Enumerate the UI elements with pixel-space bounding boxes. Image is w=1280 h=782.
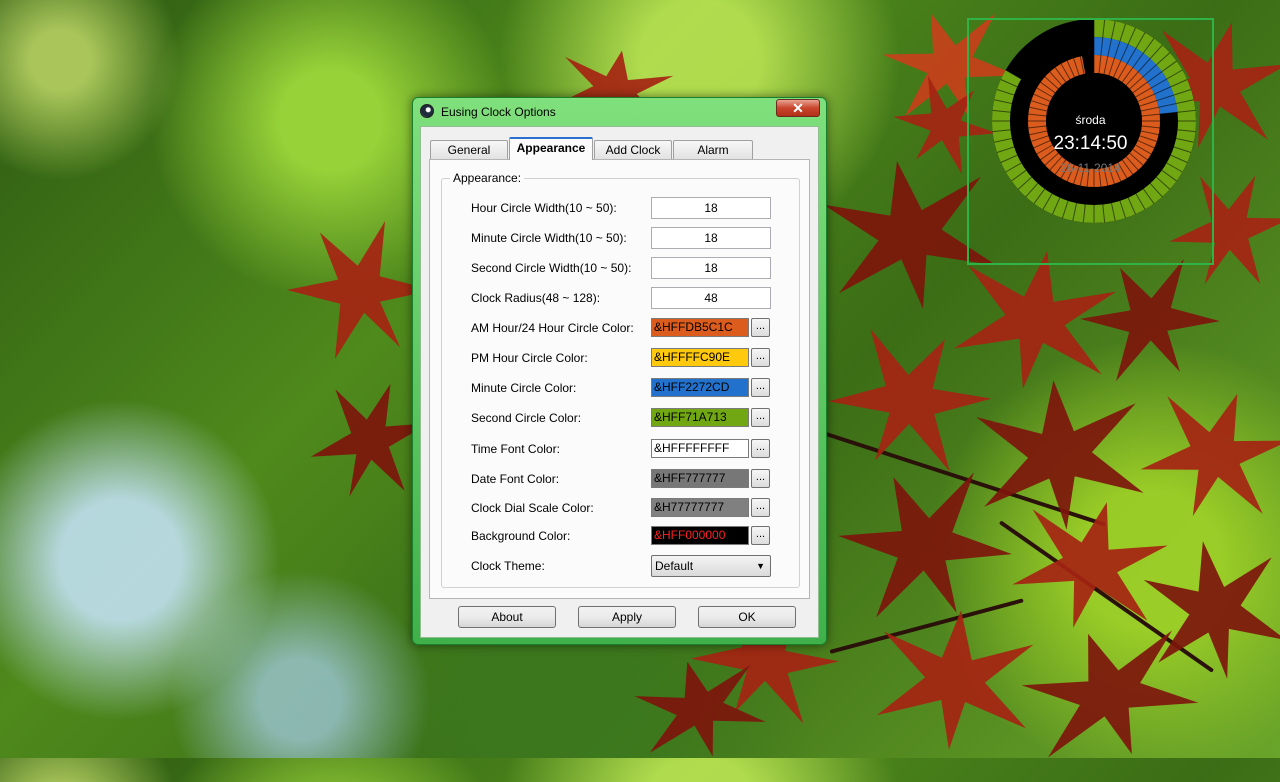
close-button[interactable]: ✕: [776, 99, 820, 117]
about-button[interactable]: About: [458, 606, 556, 628]
minute-color-field[interactable]: &HFF2272CD: [651, 378, 749, 397]
am-hour-color-row: AM Hour/24 Hour Circle Color: &HFFDB5C1C…: [471, 317, 791, 339]
clock-radius-label: Clock Radius(48 ~ 128):: [471, 291, 601, 305]
time-font-color-label: Time Font Color:: [471, 442, 560, 456]
group-label: Appearance:: [450, 171, 525, 185]
time-font-color-field[interactable]: &HFFFFFFFF: [651, 439, 749, 458]
clock-day: środa: [1075, 113, 1106, 127]
date-font-color-field[interactable]: &HFF777777: [651, 469, 749, 488]
clock-time: 23:14:50: [1053, 133, 1128, 154]
am-hour-color-label: AM Hour/24 Hour Circle Color:: [471, 321, 634, 335]
pm-hour-color-field[interactable]: &HFFFFC90E: [651, 348, 749, 367]
apply-button[interactable]: Apply: [578, 606, 676, 628]
tab-alarm[interactable]: Alarm: [673, 140, 753, 159]
appearance-groupbox: Appearance: Hour Circle Width(10 ~ 50): …: [441, 171, 800, 588]
minute-circle-width-input[interactable]: 18: [651, 227, 771, 249]
dial-scale-color-label: Clock Dial Scale Color:: [471, 501, 594, 515]
time-font-color-picker-button[interactable]: ...: [751, 439, 770, 458]
minute-color-picker-button[interactable]: ...: [751, 378, 770, 397]
clock-theme-value: Default: [655, 559, 694, 573]
minute-color-row: Minute Circle Color: &HFF2272CD ...: [471, 377, 791, 399]
second-circle-width-label: Second Circle Width(10 ~ 50):: [471, 261, 632, 275]
background-color-row: Background Color: &HFF000000 ...: [471, 525, 791, 547]
second-circle-width-row: Second Circle Width(10 ~ 50): 18: [471, 257, 791, 279]
second-color-field[interactable]: &HFF71A713: [651, 408, 749, 427]
tab-appearance[interactable]: Appearance: [509, 137, 593, 160]
second-circle-width-input[interactable]: 18: [651, 257, 771, 279]
chevron-down-icon: ▼: [756, 561, 765, 571]
clock-theme-select[interactable]: Default ▼: [651, 555, 771, 577]
am-hour-color-picker-button[interactable]: ...: [751, 318, 770, 337]
clock-theme-row: Clock Theme: Default ▼: [471, 555, 791, 577]
clock-date: 26-11-2014: [1060, 161, 1121, 175]
minute-circle-width-label: Minute Circle Width(10 ~ 50):: [471, 231, 627, 245]
date-font-color-row: Date Font Color: &HFF777777 ...: [471, 468, 791, 490]
second-color-label: Second Circle Color:: [471, 411, 582, 425]
tab-add-clock[interactable]: Add Clock: [594, 140, 672, 159]
dial-scale-color-row: Clock Dial Scale Color: &H77777777 ...: [471, 497, 791, 519]
minute-circle-width-row: Minute Circle Width(10 ~ 50): 18: [471, 227, 791, 249]
pm-hour-color-picker-button[interactable]: ...: [751, 348, 770, 367]
dialog-client-area: General Appearance Add Clock Alarm Appea…: [420, 126, 819, 638]
options-dialog: Eusing Clock Options ✕ General Appearanc…: [412, 97, 827, 645]
dial-scale-color-picker-button[interactable]: ...: [751, 498, 770, 517]
desktop-clock-widget[interactable]: środa 23:14:50 26-11-2014: [967, 18, 1214, 265]
tab-general[interactable]: General: [430, 140, 508, 159]
date-font-color-picker-button[interactable]: ...: [751, 469, 770, 488]
title-bar[interactable]: Eusing Clock Options ✕: [413, 98, 826, 126]
clock-radius-row: Clock Radius(48 ~ 128): 48: [471, 287, 791, 309]
time-font-color-row: Time Font Color: &HFFFFFFFF ...: [471, 438, 791, 460]
second-color-row: Second Circle Color: &HFF71A713 ...: [471, 407, 791, 429]
second-color-picker-button[interactable]: ...: [751, 408, 770, 427]
background-color-label: Background Color:: [471, 529, 571, 543]
background-color-picker-button[interactable]: ...: [751, 526, 770, 545]
clock-theme-label: Clock Theme:: [471, 559, 545, 573]
window-title: Eusing Clock Options: [441, 105, 556, 119]
hour-circle-width-row: Hour Circle Width(10 ~ 50): 18: [471, 197, 791, 219]
hour-circle-width-input[interactable]: 18: [651, 197, 771, 219]
pm-hour-color-label: PM Hour Circle Color:: [471, 351, 588, 365]
hour-circle-width-label: Hour Circle Width(10 ~ 50):: [471, 201, 617, 215]
pm-hour-color-row: PM Hour Circle Color: &HFFFFC90E ...: [471, 347, 791, 369]
background-color-field[interactable]: &HFF000000: [651, 526, 749, 545]
dial-scale-color-field[interactable]: &H77777777: [651, 498, 749, 517]
ok-button[interactable]: OK: [698, 606, 796, 628]
minute-color-label: Minute Circle Color:: [471, 381, 577, 395]
clock-radius-input[interactable]: 48: [651, 287, 771, 309]
appearance-panel: Appearance: Hour Circle Width(10 ~ 50): …: [429, 159, 810, 599]
app-clock-icon: [420, 104, 434, 118]
date-font-color-label: Date Font Color:: [471, 472, 560, 486]
am-hour-color-field[interactable]: &HFFDB5C1C: [651, 318, 749, 337]
